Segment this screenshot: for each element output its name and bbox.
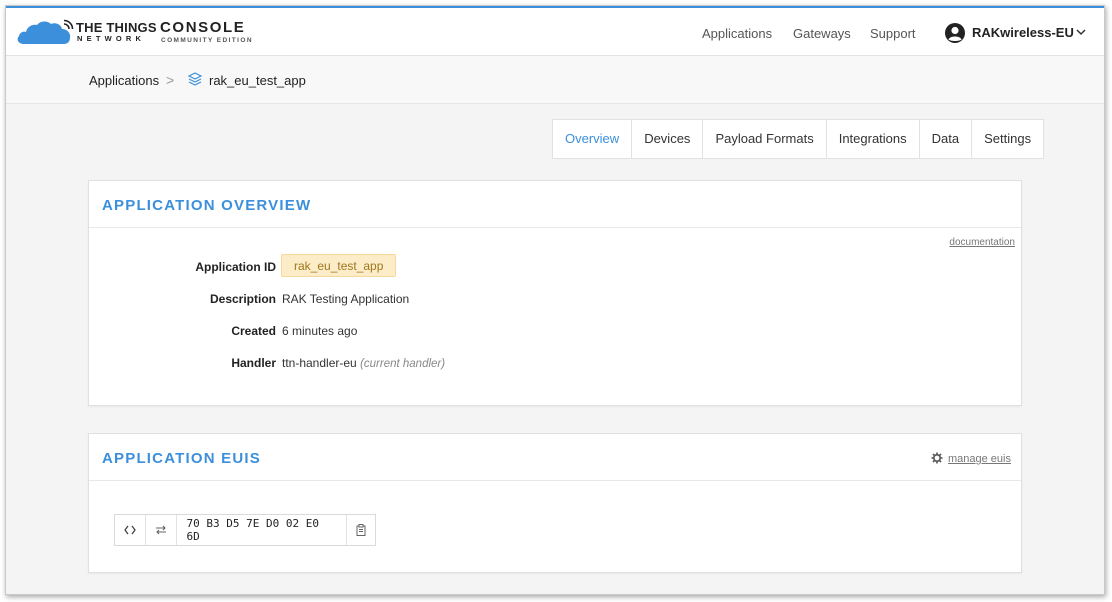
overview-title: APPLICATION OVERVIEW — [102, 197, 312, 214]
tab-settings[interactable]: Settings — [972, 120, 1043, 158]
handler-value: ttn-handler-eu (current handler) — [282, 356, 445, 370]
tab-devices[interactable]: Devices — [632, 120, 704, 158]
code-brackets-icon[interactable] — [115, 515, 146, 545]
console-subtitle: COMMUNITY EDITION — [161, 37, 253, 44]
brand-name: THE THINGS — [76, 20, 157, 35]
tab-data[interactable]: Data — [920, 120, 973, 158]
user-name: RAKwireless-EU — [972, 25, 1074, 40]
breadcrumb-applications-link[interactable]: Applications — [89, 73, 159, 88]
eui-value: 70 B3 D5 7E D0 02 E0 6D — [177, 515, 348, 545]
card-header: APPLICATION EUIS manage euis — [89, 434, 1021, 481]
euis-title: APPLICATION EUIS — [102, 450, 261, 467]
application-euis-card: APPLICATION EUIS manage euis 70 B3 D5 7E… — [88, 433, 1022, 573]
description-value: RAK Testing Application — [282, 292, 410, 306]
nav-gateways-link[interactable]: Gateways — [793, 26, 851, 41]
console-title: CONSOLE — [160, 19, 246, 36]
handler-label: Handler — [231, 356, 276, 370]
manage-euis-link[interactable]: manage euis — [931, 452, 1011, 465]
swap-arrows-icon[interactable] — [146, 515, 177, 545]
tab-overview[interactable]: Overview — [553, 120, 633, 158]
application-overview-card: APPLICATION OVERVIEW documentation Appli… — [88, 180, 1022, 406]
nav-applications-link[interactable]: Applications — [702, 26, 772, 41]
user-avatar-icon — [945, 23, 965, 43]
tab-payload-formats[interactable]: Payload Formats — [703, 120, 827, 158]
breadcrumb-separator: > — [166, 72, 175, 88]
nav-support-link[interactable]: Support — [870, 26, 916, 41]
manage-euis-label: manage euis — [948, 453, 1011, 465]
clipboard-icon[interactable] — [347, 515, 375, 545]
ttn-cloud-logo-icon[interactable] — [16, 18, 76, 46]
tab-integrations[interactable]: Integrations — [827, 120, 920, 158]
stack-layers-icon — [187, 72, 203, 86]
created-label: Created — [231, 324, 276, 338]
top-navbar: THE THINGS NETWORK CONSOLE COMMUNITY EDI… — [6, 6, 1104, 56]
breadcrumb: Applications > rak_eu_test_app — [6, 56, 1104, 104]
chevron-down-icon — [1076, 29, 1086, 36]
card-header: APPLICATION OVERVIEW — [89, 181, 1021, 228]
handler-note: (current handler) — [360, 358, 446, 370]
browser-viewport: THE THINGS NETWORK CONSOLE COMMUNITY EDI… — [5, 5, 1105, 595]
app-id-label: Application ID — [195, 260, 276, 274]
app-id-badge: rak_eu_test_app — [281, 254, 397, 277]
eui-field: 70 B3 D5 7E D0 02 E0 6D — [114, 514, 376, 546]
description-label: Description — [209, 292, 276, 306]
created-value: 6 minutes ago — [282, 324, 358, 338]
brand-subtitle: NETWORK — [77, 34, 146, 43]
handler-name: ttn-handler-eu — [282, 356, 357, 370]
app-tabs: Overview Devices Payload Formats Integra… — [552, 119, 1045, 159]
breadcrumb-current-app: rak_eu_test_app — [209, 73, 306, 88]
gear-icon — [931, 452, 943, 464]
documentation-link[interactable]: documentation — [949, 237, 1015, 248]
